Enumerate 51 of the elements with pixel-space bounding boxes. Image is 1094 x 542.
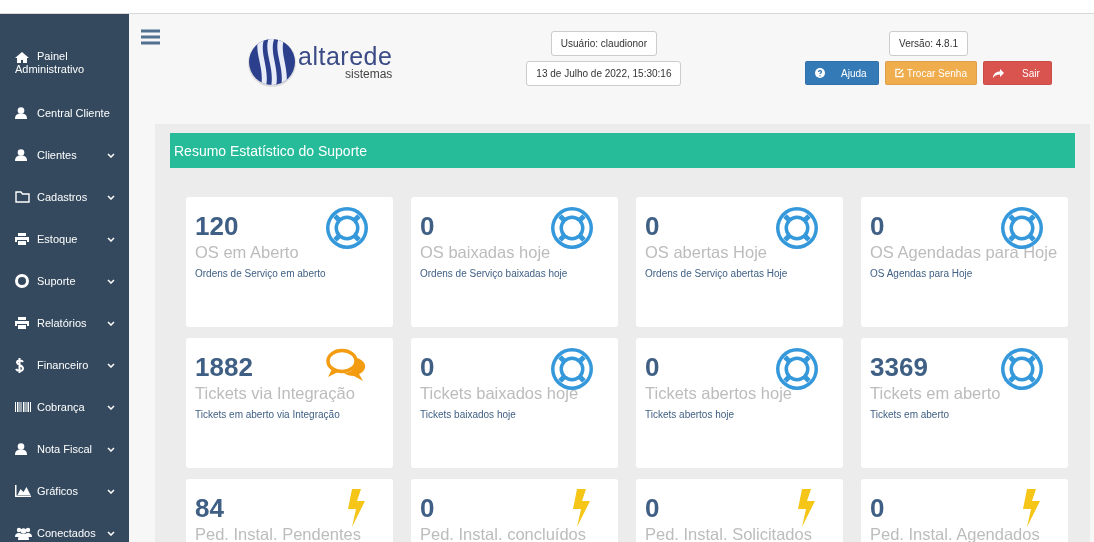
stat-title: Tickets abertos hoje (645, 383, 794, 403)
header-button[interactable]: Sair (983, 61, 1052, 85)
sidebar-item[interactable]: Cobrança (0, 386, 129, 428)
sidebar-item[interactable]: Suporte (0, 260, 129, 302)
stat-value: 120 (195, 210, 239, 243)
sidebar-item[interactable]: Clientes (0, 134, 129, 176)
sidebar-item[interactable]: Painel Administrativo (0, 50, 129, 92)
user-label: Usuário: claudionor (550, 31, 657, 56)
sidebar-item[interactable]: Conectados (0, 512, 129, 542)
datetime-label: 13 de Julho de 2022, 15:30:16 (526, 61, 682, 86)
stat-value: 0 (645, 492, 660, 525)
stat-title: Ped. Instal. Solicitados (645, 524, 813, 542)
stat-title: OS baixadas hoje (420, 242, 552, 262)
stat-title: OS abertas Hoje (645, 242, 768, 262)
version-label: Versão: 4.8.1 (889, 31, 968, 56)
sidebar-item[interactable]: Gráficos (0, 470, 129, 512)
stat-description: Ordens de Serviço em aberto (195, 268, 327, 279)
logo-name: altarede (298, 44, 393, 69)
stat-title: Tickets via Integração (195, 383, 356, 403)
sidebar-item[interactable]: Relatórios (0, 302, 129, 344)
stat-description: Ordens de Serviço abertas Hoje (645, 268, 789, 279)
sidebar-item[interactable]: Estoque (0, 218, 129, 260)
stat-description: Tickets abertos hoje (645, 409, 736, 420)
sidebar-item[interactable]: Nota Fiscal (0, 428, 129, 470)
sidebar-item[interactable]: Cadastros (0, 176, 129, 218)
stat-description: Tickets baixados hoje (420, 409, 517, 420)
stat-title: Tickets em aberto (870, 383, 1002, 403)
sidebar-item[interactable]: Central Cliente (0, 92, 129, 134)
stat-description: OS Agendas para Hoje (870, 268, 974, 279)
stat-value: 84 (195, 492, 224, 525)
panel-title: Resumo Estatístico do Suporte (170, 133, 1075, 168)
stat-value: 0 (645, 351, 660, 384)
stat-value: 0 (420, 210, 435, 243)
sidebar-item[interactable]: Financeiro (0, 344, 129, 386)
logo-tagline: sistemas (345, 68, 393, 80)
stat-value: 0 (870, 492, 885, 525)
stat-title: Ped. Instal. concluídos (420, 524, 587, 542)
stat-description: Tickets em aberto via Integração (195, 409, 341, 420)
stat-description: Ordens de Serviço baixadas hoje (420, 268, 569, 279)
stat-value: 3369 (870, 351, 928, 384)
stat-title: OS Agendadas para Hoje (870, 242, 1059, 262)
stat-description: Tickets em aberto (870, 409, 951, 420)
header-button[interactable]: Ajuda (805, 61, 879, 85)
stat-value: 0 (420, 351, 435, 384)
stat-title: OS em Aberto (195, 242, 300, 262)
stat-value: 1882 (195, 351, 253, 384)
stat-title: Tickets baixados hoje (420, 383, 580, 403)
stat-value: 0 (870, 210, 885, 243)
stat-value: 0 (420, 492, 435, 525)
stat-title: Ped. Instal. Pendentes (195, 524, 363, 542)
stat-value: 0 (645, 210, 660, 243)
